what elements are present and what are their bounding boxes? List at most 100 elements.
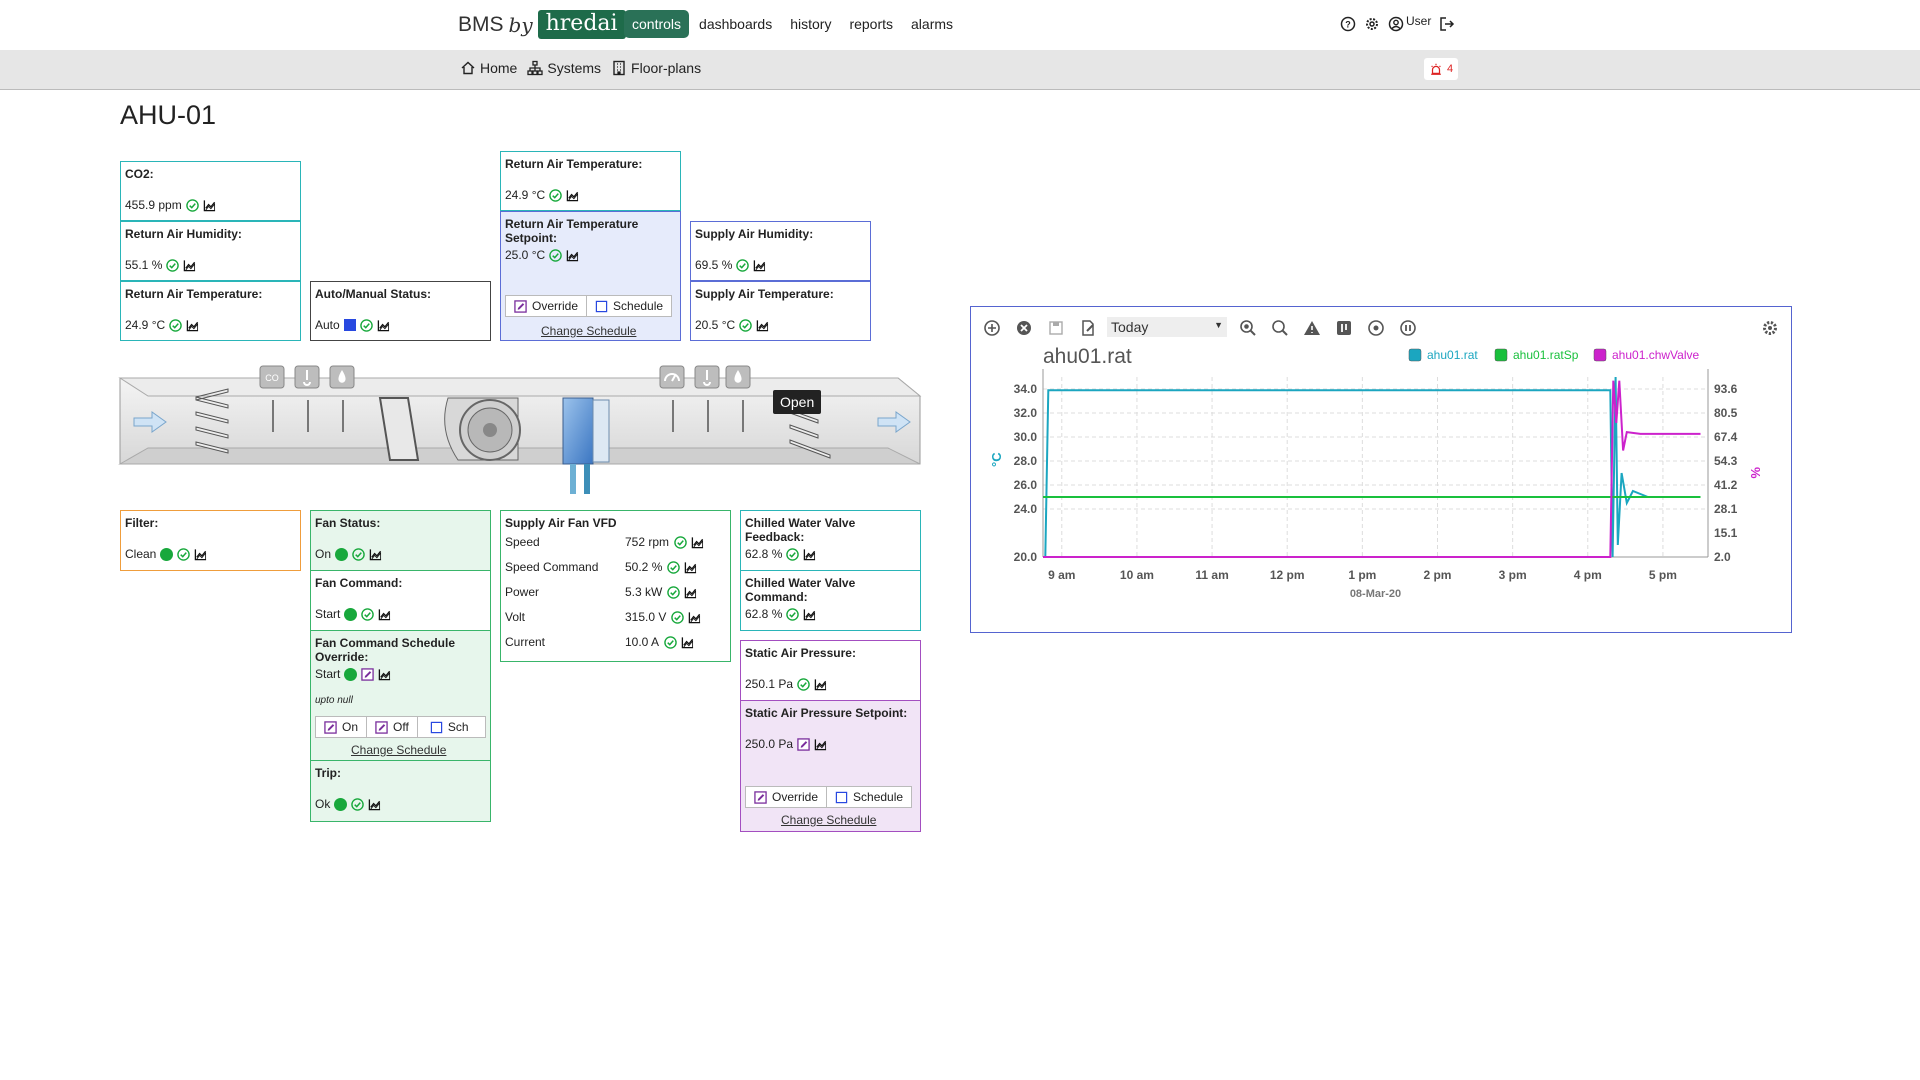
trend-chart-icon[interactable] [186, 319, 199, 332]
warning-icon[interactable] [1303, 319, 1321, 337]
trend-chart-icon[interactable] [378, 668, 391, 681]
cwvfb-value: 62.8 % [745, 547, 783, 561]
cwvcmd-value-row: 62.8 % [745, 607, 816, 621]
trend-chart-icon[interactable] [684, 586, 697, 599]
sat-value: 20.5 °C [695, 318, 736, 332]
override-label: Override [532, 299, 579, 313]
off-button[interactable]: Off [367, 717, 418, 737]
filter-label: Filter: [125, 516, 159, 530]
auto-indicator [343, 319, 356, 331]
trend-chart-icon[interactable] [814, 678, 827, 691]
trend-chart-icon[interactable] [368, 798, 381, 811]
trend-chart-icon[interactable] [756, 319, 769, 332]
card-return-air-temperature-setpoint: Return Air Temperature Setpoint: 25.0 °C… [500, 211, 681, 341]
trend-chart-icon[interactable] [203, 199, 216, 212]
target-icon[interactable] [1367, 319, 1385, 337]
y2-tick-label: 80.5 [1714, 406, 1738, 420]
range-select-value: Today [1111, 319, 1149, 335]
trend-chart-icon[interactable] [688, 611, 701, 624]
trend-chart-icon[interactable] [377, 319, 390, 332]
trend-chart-icon[interactable] [753, 259, 766, 272]
edit-icon[interactable] [797, 738, 810, 751]
rat-value: 24.9 °C [125, 318, 166, 332]
rat2-value: 24.9 °C [505, 188, 546, 202]
trip-label: Trip: [315, 766, 341, 780]
edit-icon[interactable] [361, 668, 374, 681]
save-icon[interactable] [1047, 319, 1065, 337]
brand[interactable]: BMS by hredai [458, 10, 626, 39]
ahu-diagram: CO [118, 365, 922, 494]
trend-chart-icon[interactable] [378, 608, 391, 621]
logout-icon[interactable] [1439, 16, 1455, 32]
sensor-pressure[interactable] [659, 365, 685, 389]
sensor-humidity[interactable] [329, 365, 355, 389]
ok-check-icon [549, 249, 562, 262]
change-schedule-link[interactable]: Change Schedule [781, 813, 876, 827]
vfd-row-value: 50.2 % [625, 560, 663, 574]
status-dot [335, 547, 349, 561]
alarm-badge[interactable]: 4 [1424, 58, 1458, 80]
pause-icon[interactable] [1399, 319, 1417, 337]
trend-chart-icon[interactable] [691, 536, 704, 549]
y-tick-label: 20.0 [1014, 550, 1038, 564]
marker-icon[interactable] [1335, 319, 1353, 337]
nav-controls[interactable]: controls [624, 10, 690, 38]
subnav-home[interactable]: Home [460, 60, 517, 76]
trend-chart-icon[interactable] [183, 259, 196, 272]
change-schedule-link[interactable]: Change Schedule [351, 743, 446, 757]
trend-chart-icon[interactable] [566, 249, 579, 262]
on-button[interactable]: On [316, 717, 368, 737]
remove-circle-icon[interactable] [1015, 319, 1033, 337]
gear-icon[interactable] [1761, 319, 1779, 337]
checkbox-icon [430, 721, 443, 734]
sensor-temp-supply[interactable] [694, 365, 720, 389]
trend-chart-icon[interactable] [369, 548, 382, 561]
fansched-value: Start [315, 667, 341, 681]
zoom-icon[interactable] [1271, 319, 1289, 337]
nav-alarms[interactable]: alarms [903, 10, 961, 38]
change-schedule-link[interactable]: Change Schedule [541, 324, 636, 338]
edit-icon [514, 300, 527, 313]
vfd-row-name: Current [505, 635, 546, 649]
x-tick-label: 5 pm [1649, 568, 1677, 582]
override-button[interactable]: Override [506, 296, 588, 316]
trend-chart-icon[interactable] [803, 548, 816, 561]
off-label: Off [393, 720, 409, 734]
sensor-humidity-supply[interactable] [725, 365, 751, 389]
trend-chart-icon[interactable] [194, 548, 207, 561]
sch-button[interactable]: Sch [418, 717, 485, 737]
nav-history[interactable]: history [782, 10, 839, 38]
subnav-systems[interactable]: Systems [527, 60, 601, 76]
trend-chart-icon[interactable] [684, 561, 697, 574]
x-tick-label: 11 am [1195, 568, 1228, 582]
trend-chart-panel: Today ▼ ahu01.rat 20.0 24.0 26.0 28.0 30.0 32.… [970, 306, 1792, 633]
vfd-row-name: Power [505, 585, 540, 599]
trend-chart-icon[interactable] [681, 636, 694, 649]
override-button[interactable]: Override [746, 787, 828, 807]
y-tick-label: 32.0 [1014, 406, 1038, 420]
zoom-reset-icon[interactable] [1239, 319, 1257, 337]
edit-file-icon[interactable] [1079, 319, 1097, 337]
schedule-button[interactable]: Schedule [827, 787, 911, 807]
sensor-temp[interactable] [294, 365, 320, 389]
add-circle-icon[interactable] [983, 319, 1001, 337]
help-icon[interactable]: ? [1340, 16, 1356, 32]
schedule-button[interactable]: Schedule [587, 296, 671, 316]
vfd-row: Speed Command 50.2 % [505, 560, 725, 574]
subnav-floorplans[interactable]: Floor-plans [611, 60, 701, 76]
trend-chart-icon[interactable] [566, 189, 579, 202]
card-fan-command: Fan Command: Start [310, 570, 491, 631]
vfd-row: Power 5.3 kW [505, 585, 725, 599]
card-supply-air-temperature: Supply Air Temperature: 20.5 °C [690, 281, 871, 341]
rat2-label: Return Air Temperature: [505, 157, 643, 171]
legend-label: ahu01.ratSp [1513, 348, 1579, 362]
user-menu[interactable]: User [1388, 14, 1431, 32]
trend-chart-icon[interactable] [814, 738, 827, 751]
range-select[interactable]: Today ▼ [1107, 317, 1227, 337]
card-filter: Filter: Clean [120, 510, 301, 571]
nav-reports[interactable]: reports [841, 10, 901, 38]
trend-chart-icon[interactable] [803, 608, 816, 621]
sensor-co2[interactable]: CO [259, 365, 285, 389]
nav-dashboards[interactable]: dashboards [691, 10, 780, 38]
gear-icon[interactable] [1364, 16, 1380, 32]
